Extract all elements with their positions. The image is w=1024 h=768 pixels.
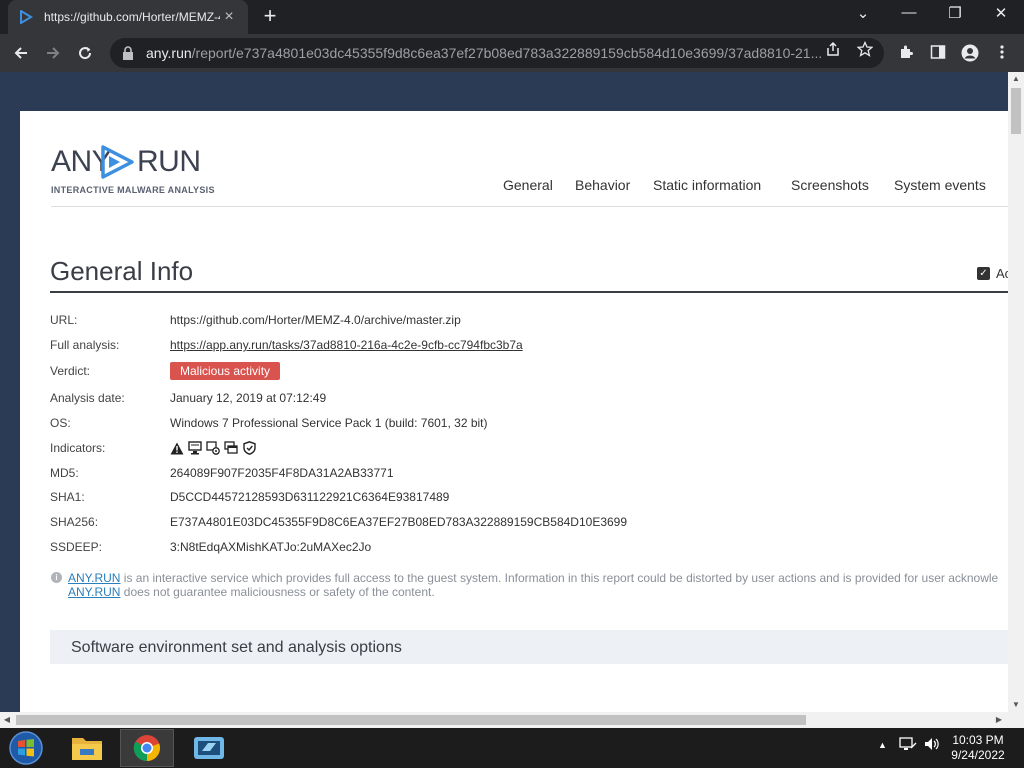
share-icon[interactable]	[824, 41, 842, 59]
advanced-toggle[interactable]: ✓ Ac	[977, 266, 1008, 281]
ssdeep-value[interactable]: 3:N8tEdqAXMishKATJo:2uMAXec2Jo	[170, 540, 371, 554]
os-label: OS:	[50, 416, 71, 430]
anyrun-logo[interactable]: ANY RUN INTERACTIVE MALWARE ANALYSIS	[51, 141, 214, 201]
anyrun-favicon-icon	[18, 9, 34, 25]
clock-time: 10:03 PM	[952, 733, 1004, 747]
md5-label: MD5:	[50, 466, 79, 480]
logo-play-icon	[100, 145, 136, 184]
sidepanel-icon[interactable]	[929, 44, 947, 62]
warning-icon[interactable]	[170, 441, 184, 455]
sha1-label: SHA1:	[50, 490, 85, 504]
url-path: /report/e737a4801e03dc45355f9d8c6ea37ef2…	[191, 45, 823, 61]
star-icon[interactable]	[856, 40, 874, 59]
software-environment-section[interactable]: Software environment set and analysis op…	[50, 630, 1008, 664]
start-button[interactable]	[6, 730, 46, 766]
full-analysis-link[interactable]: https://app.any.run/tasks/37ad8810-216a-…	[170, 338, 523, 352]
url-value[interactable]: https://github.com/Horter/MEMZ-4.0/archi…	[170, 313, 461, 327]
vertical-scroll-thumb[interactable]	[1011, 88, 1021, 134]
general-info-title: General Info	[50, 256, 194, 286]
info-icon: i	[51, 572, 62, 583]
tab-close-icon[interactable]: ×	[220, 8, 238, 26]
notice-line-2: ANY.RUN does not guarantee maliciousness…	[68, 585, 435, 599]
monitor-icon[interactable]	[188, 441, 202, 455]
extensions-icon[interactable]	[897, 44, 915, 62]
restore-button[interactable]: ❐	[932, 4, 978, 28]
anyrun-link[interactable]: ANY.RUN	[68, 571, 120, 585]
forward-icon[interactable]	[40, 40, 66, 66]
verdict-badge: Malicious activity	[170, 362, 281, 380]
full-analysis-label: Full analysis:	[50, 338, 120, 352]
scroll-left-arrow-icon[interactable]: ◀	[0, 712, 14, 728]
sha256-label: SHA256:	[50, 515, 99, 529]
profile-icon[interactable]	[961, 44, 979, 62]
windows-icon[interactable]	[224, 441, 238, 455]
indicator-icons	[170, 441, 256, 455]
tray-overflow-icon[interactable]: ▲	[878, 740, 887, 750]
url-label: URL:	[50, 313, 78, 327]
process-icon[interactable]	[206, 441, 220, 455]
lock-icon[interactable]	[122, 46, 136, 60]
advanced-label: Ac	[996, 266, 1008, 281]
system-clock[interactable]: 10:03 PM 9/24/2022	[948, 733, 1008, 763]
shield-icon[interactable]	[242, 441, 256, 455]
chrome-icon[interactable]	[120, 729, 174, 767]
report-page: ANY RUN INTERACTIVE MALWARE ANALYSIS Gen…	[20, 111, 1008, 712]
browser-toolbar: any.run/report/e737a4801e03dc45355f9d8c6…	[0, 34, 1024, 72]
address-bar[interactable]: any.run/report/e737a4801e03dc45355f9d8c6…	[110, 38, 884, 68]
vertical-scrollbar[interactable]: ▲ ▼	[1008, 72, 1024, 712]
sha1-value[interactable]: D5CCD44572128593D631122921C6364E93817489	[170, 490, 449, 504]
header-divider	[51, 206, 1008, 207]
md5-value[interactable]: 264089F907F2035F4F8DA31A2AB33771	[170, 466, 394, 480]
url-host: any.run	[146, 45, 192, 61]
nav-static-information[interactable]: Static information	[653, 177, 761, 193]
tab-search-chevron-icon[interactable]: ⌄	[840, 4, 886, 28]
checkbox-checked-icon[interactable]: ✓	[977, 267, 990, 280]
anyrun-link-2[interactable]: ANY.RUN	[68, 585, 120, 599]
logo-word-run: RUN	[137, 145, 201, 178]
sha256-value[interactable]: E737A4801E03DC45355F9D8C6EA37EF27B08ED78…	[170, 515, 627, 529]
page-viewport: ANY RUN INTERACTIVE MALWARE ANALYSIS Gen…	[0, 72, 1008, 712]
notice-line-1: ANY.RUN is an interactive service which …	[68, 571, 998, 585]
scroll-up-arrow-icon[interactable]: ▲	[1008, 72, 1024, 86]
nav-system-events[interactable]: System events	[894, 177, 986, 193]
tab-title: https://github.com/Horter/MEMZ-4.0/archi…	[44, 10, 220, 24]
notice-text-2: does not guarantee maliciousness or safe…	[120, 585, 435, 599]
scroll-down-arrow-icon[interactable]: ▼	[1008, 698, 1024, 712]
browser-tab-strip: https://github.com/Horter/MEMZ-4.0/archi…	[0, 0, 1024, 34]
volume-icon[interactable]	[923, 736, 941, 755]
os-value: Windows 7 Professional Service Pack 1 (b…	[170, 416, 488, 430]
minimize-button[interactable]: —	[886, 4, 932, 28]
clock-date: 9/24/2022	[951, 748, 1005, 762]
file-explorer-icon[interactable]	[60, 729, 114, 767]
horizontal-scrollbar[interactable]: ◀ ▶	[0, 712, 1024, 728]
reload-icon[interactable]	[72, 40, 98, 66]
nav-behavior[interactable]: Behavior	[575, 177, 630, 193]
anyrun-app-icon[interactable]	[182, 729, 236, 767]
notice-text-1: is an interactive service which provides…	[120, 571, 999, 585]
menu-icon[interactable]	[993, 44, 1011, 62]
url-text[interactable]: any.run/report/e737a4801e03dc45355f9d8c6…	[146, 45, 836, 61]
indicators-label: Indicators:	[50, 441, 106, 455]
nav-screenshots[interactable]: Screenshots	[791, 177, 869, 193]
network-icon[interactable]	[899, 736, 917, 755]
horizontal-scroll-thumb[interactable]	[16, 715, 806, 725]
ssdeep-label: SSDEEP:	[50, 540, 103, 554]
title-divider	[50, 291, 1008, 293]
back-icon[interactable]	[8, 40, 34, 66]
scroll-right-arrow-icon[interactable]: ▶	[992, 712, 1006, 728]
logo-subtitle: INTERACTIVE MALWARE ANALYSIS	[51, 185, 215, 195]
new-tab-button[interactable]: +	[258, 5, 282, 29]
analysis-date-label: Analysis date:	[50, 391, 125, 405]
close-window-button[interactable]: ✕	[978, 4, 1024, 28]
section-title: Software environment set and analysis op…	[71, 639, 402, 656]
verdict-label: Verdict:	[50, 364, 91, 378]
analysis-date-value: January 12, 2019 at 07:12:49	[170, 391, 327, 405]
nav-general[interactable]: General	[503, 177, 553, 193]
windows-taskbar: ▲ 10:03 PM 9/24/2022	[0, 728, 1024, 768]
browser-tab[interactable]: https://github.com/Horter/MEMZ-4.0/archi…	[8, 0, 248, 34]
